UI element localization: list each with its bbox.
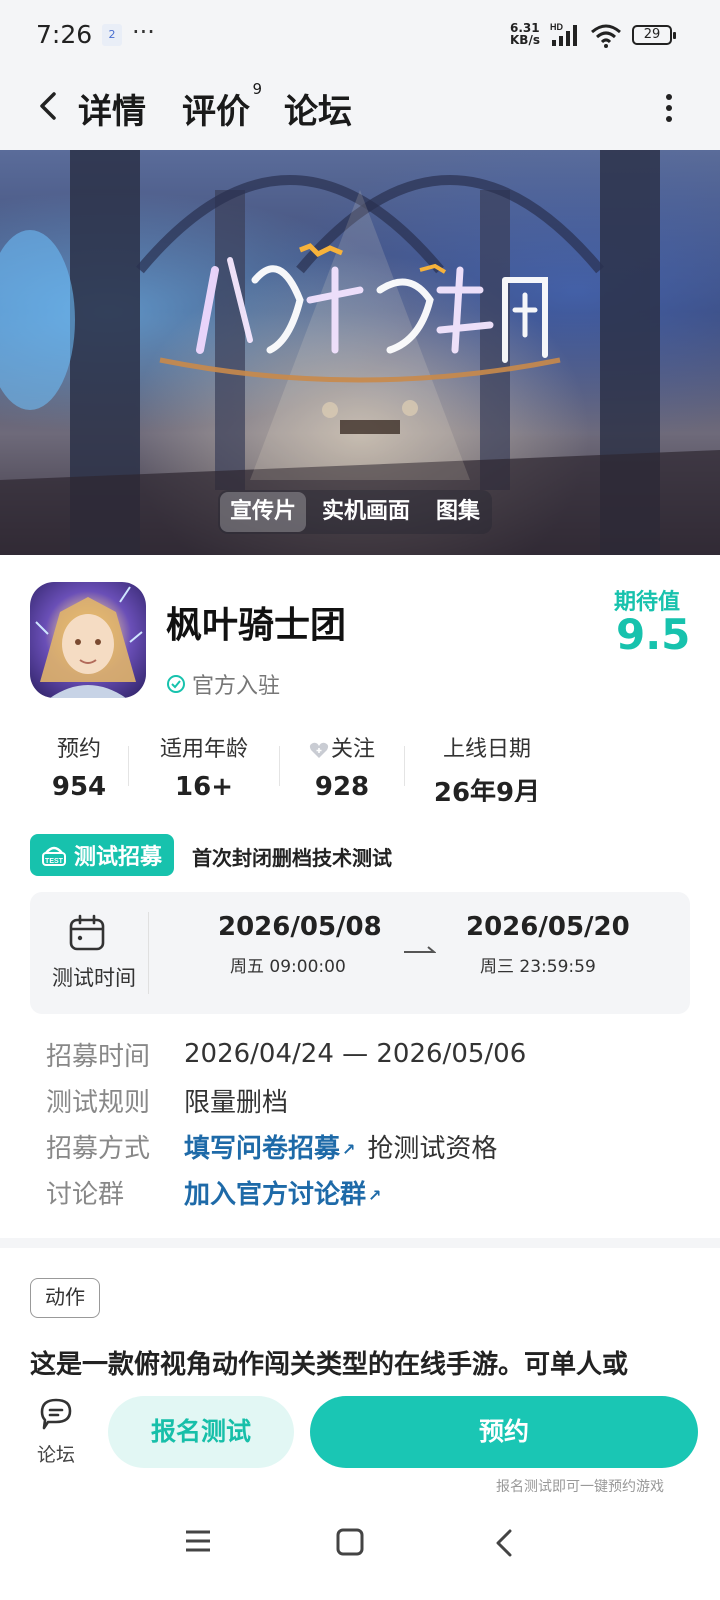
test-time-label: 测试时间 — [52, 966, 136, 990]
tab-reviews-label: 评价 — [182, 92, 250, 132]
official-verified: 官方入驻 — [166, 668, 280, 700]
chat-bubble-icon — [40, 1398, 72, 1430]
battery-icon: 29 — [632, 25, 676, 45]
stat-follows-value: 928 — [314, 772, 370, 802]
wifi-icon — [591, 24, 621, 48]
top-navbar: 详情 评价 9 论坛 — [0, 72, 720, 150]
stat-launch-label: 上线日期 — [442, 737, 531, 762]
stat-launch-value: 26年9月 — [433, 778, 541, 802]
game-description: 这是一款俯视角动作闯关类型的在线手游。可单人或 — [30, 1350, 629, 1378]
stat-reservations-label: 预约 — [56, 737, 101, 762]
verified-check-icon — [167, 675, 185, 693]
recruit-time-key: 招募时间 — [46, 1041, 151, 1072]
test-start-day: 周五 09:00:00 — [230, 957, 346, 977]
test-rules-key: 测试规则 — [46, 1087, 151, 1118]
join-group-link[interactable]: 加入官方讨论群 ↗ — [184, 1174, 381, 1211]
stat-follows-label-row: 关注 — [280, 732, 404, 768]
more-notifications-icon: ··· — [132, 18, 155, 46]
stat-age-label: 适用年龄 — [159, 737, 248, 762]
test-rules-row: 测试规则 限量删档 — [46, 1080, 288, 1120]
recruit-time-value: 2026/04/24 — 2026/05/06 — [184, 1039, 527, 1069]
media-tab-trailer[interactable]: 宣传片 — [220, 492, 307, 532]
reserve-button[interactable]: 预约 — [310, 1396, 698, 1468]
recruit-method-key: 招募方式 — [46, 1133, 151, 1164]
stat-reservations-value: 954 — [51, 772, 107, 802]
stat-launch-date: 上线日期 26年9月 — [405, 732, 569, 802]
tab-forum[interactable]: 论坛 — [284, 84, 352, 133]
media-tab-gameplay[interactable]: 实机画面 — [312, 492, 420, 532]
stat-follows[interactable]: 关注 928 — [280, 732, 404, 802]
discussion-group-key: 讨论群 — [46, 1179, 125, 1210]
signup-test-button[interactable]: 报名测试 — [108, 1396, 294, 1468]
media-tabs: 宣传片 实机画面 图集 — [218, 490, 493, 534]
join-group-link-label: 加入官方讨论群 — [184, 1179, 367, 1210]
back-nav-icon[interactable] — [494, 1528, 514, 1558]
stat-age-rating: 适用年龄 16+ — [129, 732, 279, 802]
heart-icon — [309, 742, 329, 758]
expectation-score: 9.5 — [616, 610, 691, 659]
grab-qualification-text: 抢测试资格 — [367, 1133, 498, 1164]
tab-details[interactable]: 详情 — [76, 84, 148, 133]
network-speed-unit: KB/s — [510, 33, 540, 47]
system-navigation-bar — [0, 1508, 720, 1600]
review-count-badge: 9 — [252, 80, 262, 98]
divider — [148, 912, 149, 994]
test-recruit-badge: TEST 测试招募 — [30, 834, 175, 876]
genre-tag[interactable]: 动作 — [30, 1278, 100, 1318]
recruit-description: 首次封闭删档技术测试 — [192, 846, 392, 870]
tab-reviews[interactable]: 评价 9 — [182, 80, 262, 133]
reserve-hint: 报名测试即可一键预约游戏 — [496, 1479, 664, 1495]
official-label: 官方入驻 — [192, 674, 281, 699]
test-rules-value: 限量删档 — [184, 1087, 289, 1118]
bottom-action-bar: 论坛 报名测试 预约 报名测试即可一键预约游戏 — [0, 1388, 720, 1498]
external-link-icon: ↗ — [342, 1139, 356, 1159]
game-app-icon — [30, 582, 146, 698]
recruit-time-row: 招募时间 2026/04/24 — 2026/05/06 — [46, 1034, 526, 1074]
test-icon: TEST — [42, 846, 66, 866]
status-bar: 7:26 2 ··· 6.31 KB/s HD 29 — [0, 0, 720, 72]
questionnaire-link[interactable]: 填写问卷招募 ↗ — [184, 1128, 355, 1165]
back-arrow-icon[interactable] — [30, 86, 70, 126]
stats-row: 预约 954 适用年龄 16+ 关注 928 上线日期 26年9月 — [30, 732, 690, 802]
status-time: 7:26 — [36, 20, 93, 49]
external-link-icon: ↗ — [368, 1185, 382, 1205]
media-tab-gallery[interactable]: 图集 — [426, 492, 490, 532]
recruit-method-row: 招募方式 填写问卷招募 ↗ 抢测试资格 — [46, 1126, 497, 1166]
test-period-card: 测试时间 2026/05/08 周五 09:00:00 2026/05/20 周… — [30, 892, 690, 1014]
notification-icon: 2 — [102, 24, 122, 46]
questionnaire-link-label: 填写问卷招募 — [184, 1133, 341, 1164]
test-end-day: 周三 23:59:59 — [480, 957, 596, 977]
test-start-date: 2026/05/08 — [218, 912, 382, 942]
discussion-group-row: 讨论群 加入官方讨论群 ↗ — [46, 1172, 381, 1212]
forum-button-label: 论坛 — [36, 1444, 75, 1466]
more-options-icon[interactable] — [664, 92, 674, 124]
svg-text:TEST: TEST — [45, 858, 64, 865]
arrow-right-icon — [404, 946, 436, 953]
calendar-icon — [69, 914, 105, 951]
recruit-badge-label: 测试招募 — [74, 845, 163, 870]
character-portrait — [35, 586, 143, 698]
stat-age-value: 16+ — [175, 772, 233, 802]
signal-icon: HD — [550, 22, 577, 46]
network-speed: 6.31 KB/s — [510, 22, 540, 46]
stat-reservations: 预约 954 — [30, 732, 128, 802]
svg-text:HD: HD — [550, 22, 563, 32]
game-banner[interactable]: 宣传片 实机画面 图集 — [0, 150, 720, 555]
game-title: 枫叶骑士团 — [166, 605, 347, 646]
menu-icon[interactable] — [184, 1528, 212, 1554]
test-end-date: 2026/05/20 — [466, 912, 630, 942]
forum-button[interactable]: 论坛 — [30, 1396, 82, 1467]
section-divider — [0, 1238, 720, 1248]
home-square-icon[interactable] — [336, 1528, 364, 1556]
stat-follows-label: 关注 — [330, 737, 375, 762]
